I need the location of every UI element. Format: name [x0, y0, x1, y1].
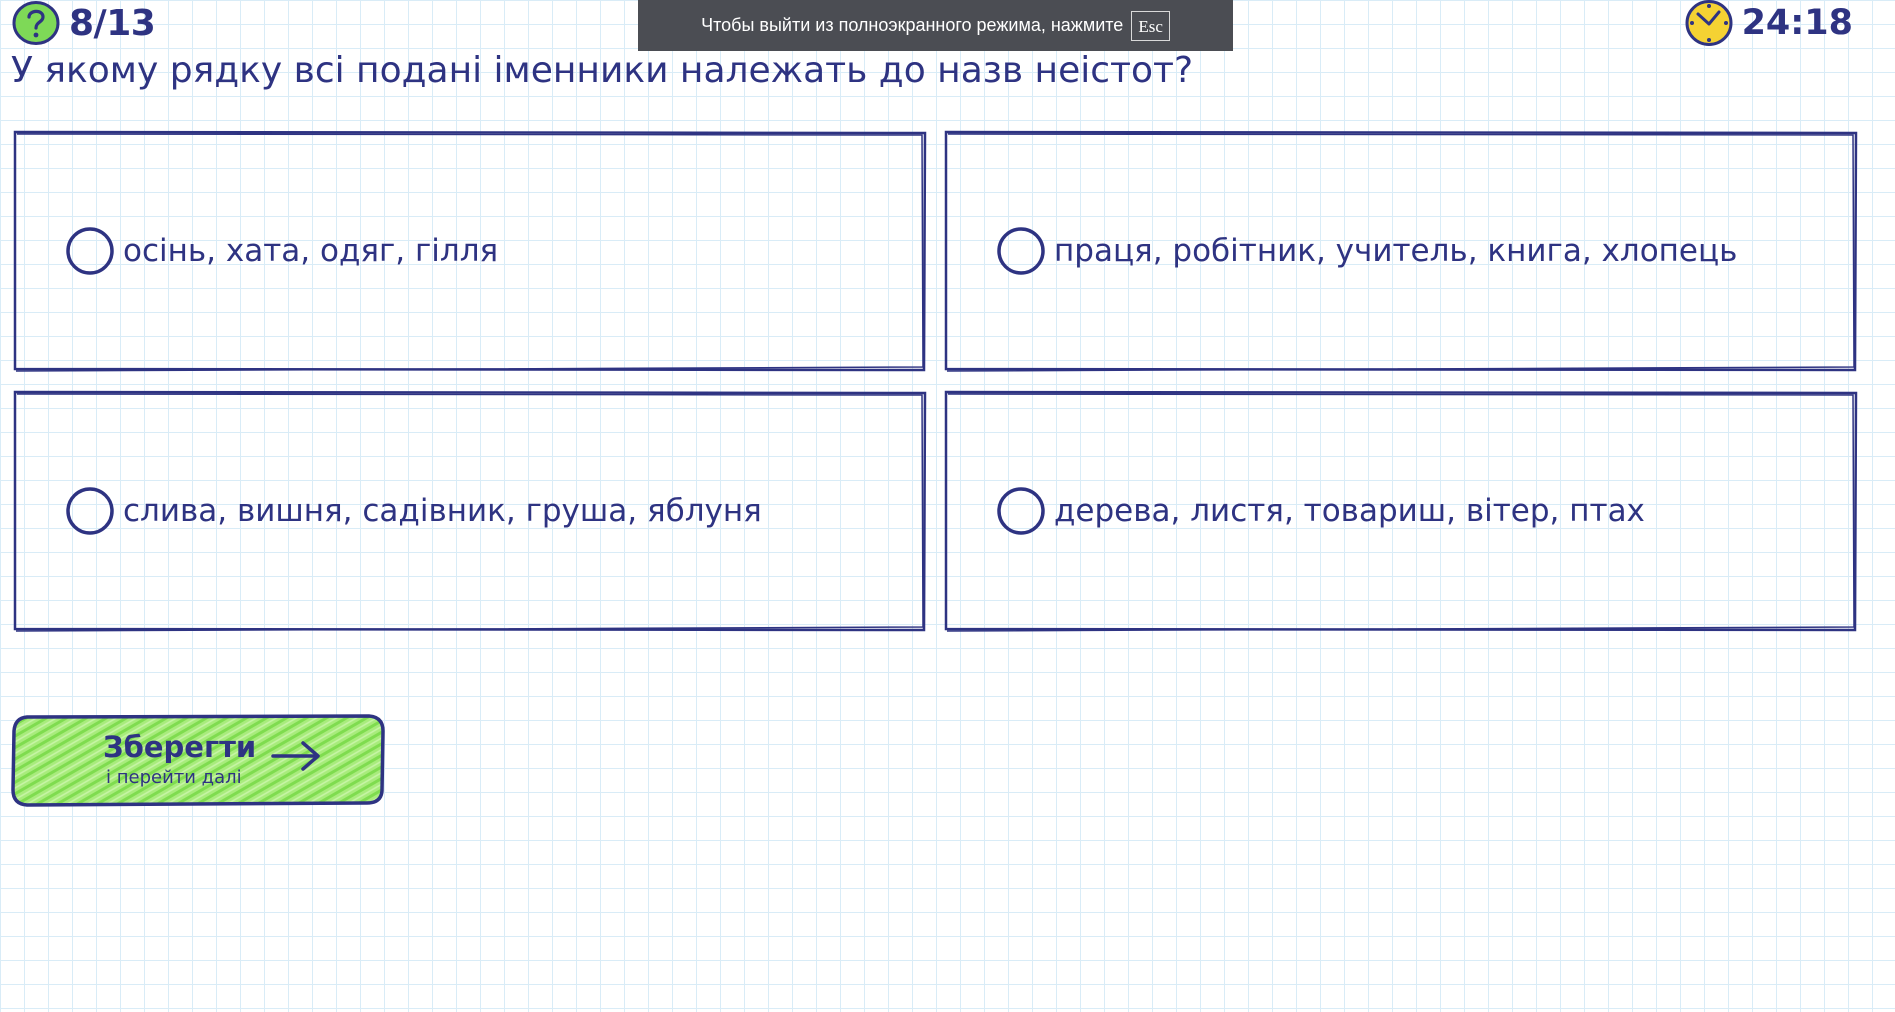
clock-icon	[1685, 0, 1733, 46]
answer-label: осінь, хата, одяг, гілля	[123, 233, 499, 269]
question-counter: 8/13	[11, 0, 156, 46]
answer-label: слива, вишня, садівник, груша, яблуня	[123, 493, 762, 529]
save-button-subtitle: і перейти далі	[106, 767, 242, 788]
arrow-right-icon	[271, 741, 320, 771]
radio-button[interactable]	[996, 226, 1046, 276]
question-counter-text: 8/13	[69, 2, 156, 44]
radio-button[interactable]	[65, 486, 115, 536]
radio-button[interactable]	[65, 226, 115, 276]
answer-option-2[interactable]: праця, робітник, учитель, книга, хлопець	[944, 130, 1858, 372]
save-button-title: Зберегти	[103, 730, 257, 764]
answer-label: дерева, листя, товариш, вітер, птах	[1054, 493, 1645, 529]
save-and-next-button[interactable]: Зберегти і перейти далі	[11, 713, 385, 807]
fullscreen-exit-banner: Чтобы выйти из полноэкранного режима, на…	[638, 0, 1233, 51]
timer-text: 24:18	[1741, 3, 1853, 43]
timer: 24:18	[1684, 0, 1853, 46]
fullscreen-banner-message: Чтобы выйти из полноэкранного режима, на…	[701, 15, 1124, 35]
esc-key-badge: Esc	[1131, 10, 1170, 41]
answer-option-4[interactable]: дерева, листя, товариш, вітер, птах	[944, 390, 1858, 632]
radio-button[interactable]	[996, 486, 1046, 536]
answer-option-1[interactable]: осінь, хата, одяг, гілля	[13, 130, 927, 372]
answer-option-3[interactable]: слива, вишня, садівник, груша, яблуня	[13, 390, 927, 632]
question-text: У якому рядку всі подані іменники належа…	[11, 50, 1194, 91]
question-circle-icon[interactable]	[11, 0, 61, 46]
answer-label: праця, робітник, учитель, книга, хлопець	[1054, 233, 1738, 269]
